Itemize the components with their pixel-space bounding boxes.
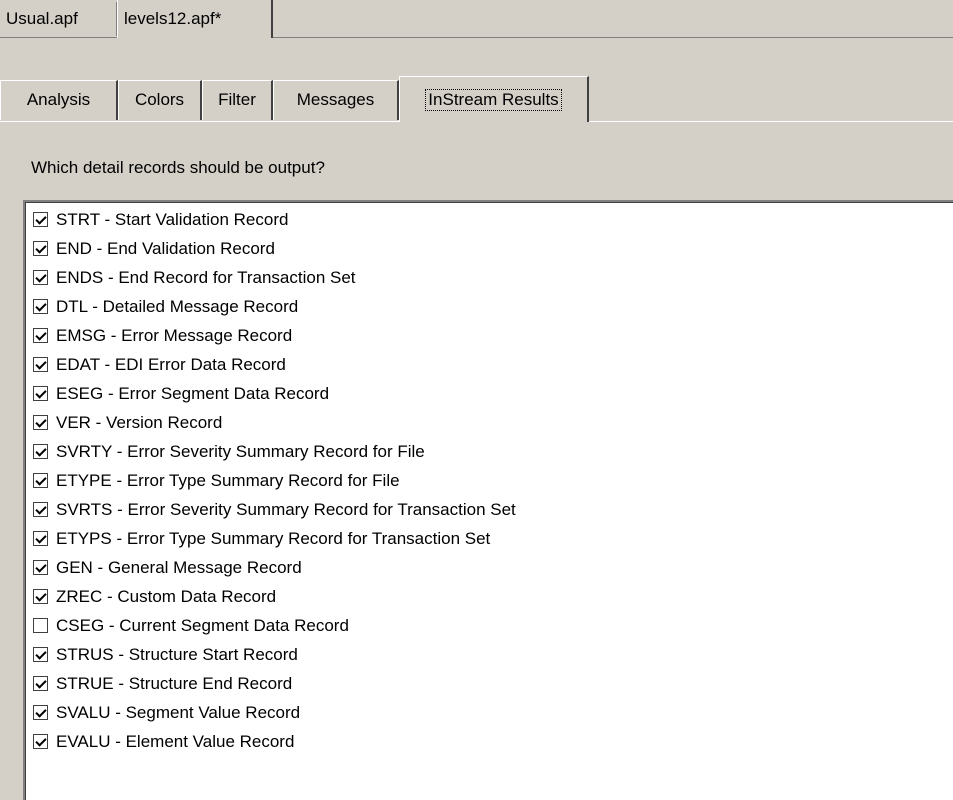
checkbox[interactable] bbox=[33, 560, 48, 575]
tab-label: Colors bbox=[134, 90, 185, 109]
record-label: STRT - Start Validation Record bbox=[56, 209, 289, 229]
record-strue[interactable]: STRUE - Structure End Record bbox=[33, 669, 292, 698]
checkbox[interactable] bbox=[33, 589, 48, 604]
checkbox[interactable] bbox=[33, 647, 48, 662]
tab-analysis[interactable]: Analysis bbox=[0, 80, 118, 120]
tab-label: Filter bbox=[218, 90, 256, 109]
record-label: ETYPE - Error Type Summary Record for Fi… bbox=[56, 470, 400, 490]
tab-label: Analysis bbox=[26, 90, 91, 109]
record-label: SVALU - Segment Value Record bbox=[56, 702, 301, 722]
record-end[interactable]: END - End Validation Record bbox=[33, 234, 275, 263]
record-svrts[interactable]: SVRTS - Error Severity Summary Record fo… bbox=[33, 495, 516, 524]
record-label: ZREC - Custom Data Record bbox=[56, 586, 277, 606]
record-gen[interactable]: GEN - General Message Record bbox=[33, 553, 302, 582]
checkbox[interactable] bbox=[33, 676, 48, 691]
doc-tab-usual[interactable]: Usual.apf bbox=[0, 0, 117, 38]
checkbox[interactable] bbox=[33, 618, 48, 633]
checkbox[interactable] bbox=[33, 241, 48, 256]
checkbox[interactable] bbox=[33, 734, 48, 749]
record-svrty[interactable]: SVRTY - Error Severity Summary Record fo… bbox=[33, 437, 425, 466]
tab-instream-results[interactable]: InStream Results bbox=[399, 76, 589, 122]
detail-records-question: Which detail records should be output? bbox=[31, 158, 325, 177]
record-label: STRUE - Structure End Record bbox=[56, 673, 293, 693]
record-etype[interactable]: ETYPE - Error Type Summary Record for Fi… bbox=[33, 466, 400, 495]
record-label: ESEG - Error Segment Data Record bbox=[56, 383, 330, 403]
doc-tab-levels12[interactable]: levels12.apf* bbox=[117, 0, 273, 38]
record-label: STRUS - Structure Start Record bbox=[56, 644, 298, 664]
record-evalu[interactable]: EVALU - Element Value Record bbox=[33, 727, 294, 756]
record-emsg[interactable]: EMSG - Error Message Record bbox=[33, 321, 292, 350]
checkbox[interactable] bbox=[33, 357, 48, 372]
record-label: CSEG - Current Segment Data Record bbox=[56, 615, 349, 635]
record-label: SVRTY - Error Severity Summary Record fo… bbox=[56, 441, 425, 461]
record-ver[interactable]: VER - Version Record bbox=[33, 408, 222, 437]
tab-label: Messages bbox=[296, 90, 375, 109]
record-dtl[interactable]: DTL - Detailed Message Record bbox=[33, 292, 298, 321]
checkbox[interactable] bbox=[33, 473, 48, 488]
record-edat[interactable]: EDAT - EDI Error Data Record bbox=[33, 350, 286, 379]
record-label: EVALU - Element Value Record bbox=[56, 731, 295, 751]
checkbox[interactable] bbox=[33, 415, 48, 430]
checkbox[interactable] bbox=[33, 299, 48, 314]
record-label: ENDS - End Record for Transaction Set bbox=[56, 267, 356, 287]
record-label: EDAT - EDI Error Data Record bbox=[56, 354, 286, 374]
record-zrec[interactable]: ZREC - Custom Data Record bbox=[33, 582, 276, 611]
record-strt[interactable]: STRT - Start Validation Record bbox=[33, 205, 288, 234]
tab-messages[interactable]: Messages bbox=[273, 80, 399, 120]
record-label: SVRTS - Error Severity Summary Record fo… bbox=[56, 499, 516, 519]
checkbox[interactable] bbox=[33, 328, 48, 343]
record-label: DTL - Detailed Message Record bbox=[56, 296, 299, 316]
checkbox[interactable] bbox=[33, 444, 48, 459]
checkbox[interactable] bbox=[33, 531, 48, 546]
record-label: ETYPS - Error Type Summary Record for Tr… bbox=[56, 528, 491, 548]
document-tab-bar: Usual.apf levels12.apf* bbox=[0, 0, 953, 38]
record-label: EMSG - Error Message Record bbox=[56, 325, 293, 345]
record-label: END - End Validation Record bbox=[56, 238, 275, 258]
checkbox[interactable] bbox=[33, 270, 48, 285]
tab-filter[interactable]: Filter bbox=[202, 80, 273, 120]
record-svalu[interactable]: SVALU - Segment Value Record bbox=[33, 698, 300, 727]
checkbox[interactable] bbox=[33, 386, 48, 401]
detail-records-checklist[interactable]: STRT - Start Validation Record END - End… bbox=[23, 200, 953, 800]
record-strus[interactable]: STRUS - Structure Start Record bbox=[33, 640, 298, 669]
record-ends[interactable]: ENDS - End Record for Transaction Set bbox=[33, 263, 356, 292]
record-label: GEN - General Message Record bbox=[56, 557, 302, 577]
record-label: VER - Version Record bbox=[56, 412, 223, 432]
checkbox[interactable] bbox=[33, 502, 48, 517]
doc-tab-label: Usual.apf bbox=[6, 9, 78, 28]
record-eseg[interactable]: ESEG - Error Segment Data Record bbox=[33, 379, 329, 408]
doc-tab-label: levels12.apf* bbox=[124, 9, 222, 28]
record-etyps[interactable]: ETYPS - Error Type Summary Record for Tr… bbox=[33, 524, 490, 553]
record-cseg[interactable]: CSEG - Current Segment Data Record bbox=[33, 611, 349, 640]
checkbox[interactable] bbox=[33, 705, 48, 720]
checkbox[interactable] bbox=[33, 212, 48, 227]
tab-label: InStream Results bbox=[425, 89, 562, 111]
tab-colors[interactable]: Colors bbox=[118, 80, 202, 120]
property-tab-bar: Analysis Colors Filter Messages InStream… bbox=[0, 76, 953, 122]
